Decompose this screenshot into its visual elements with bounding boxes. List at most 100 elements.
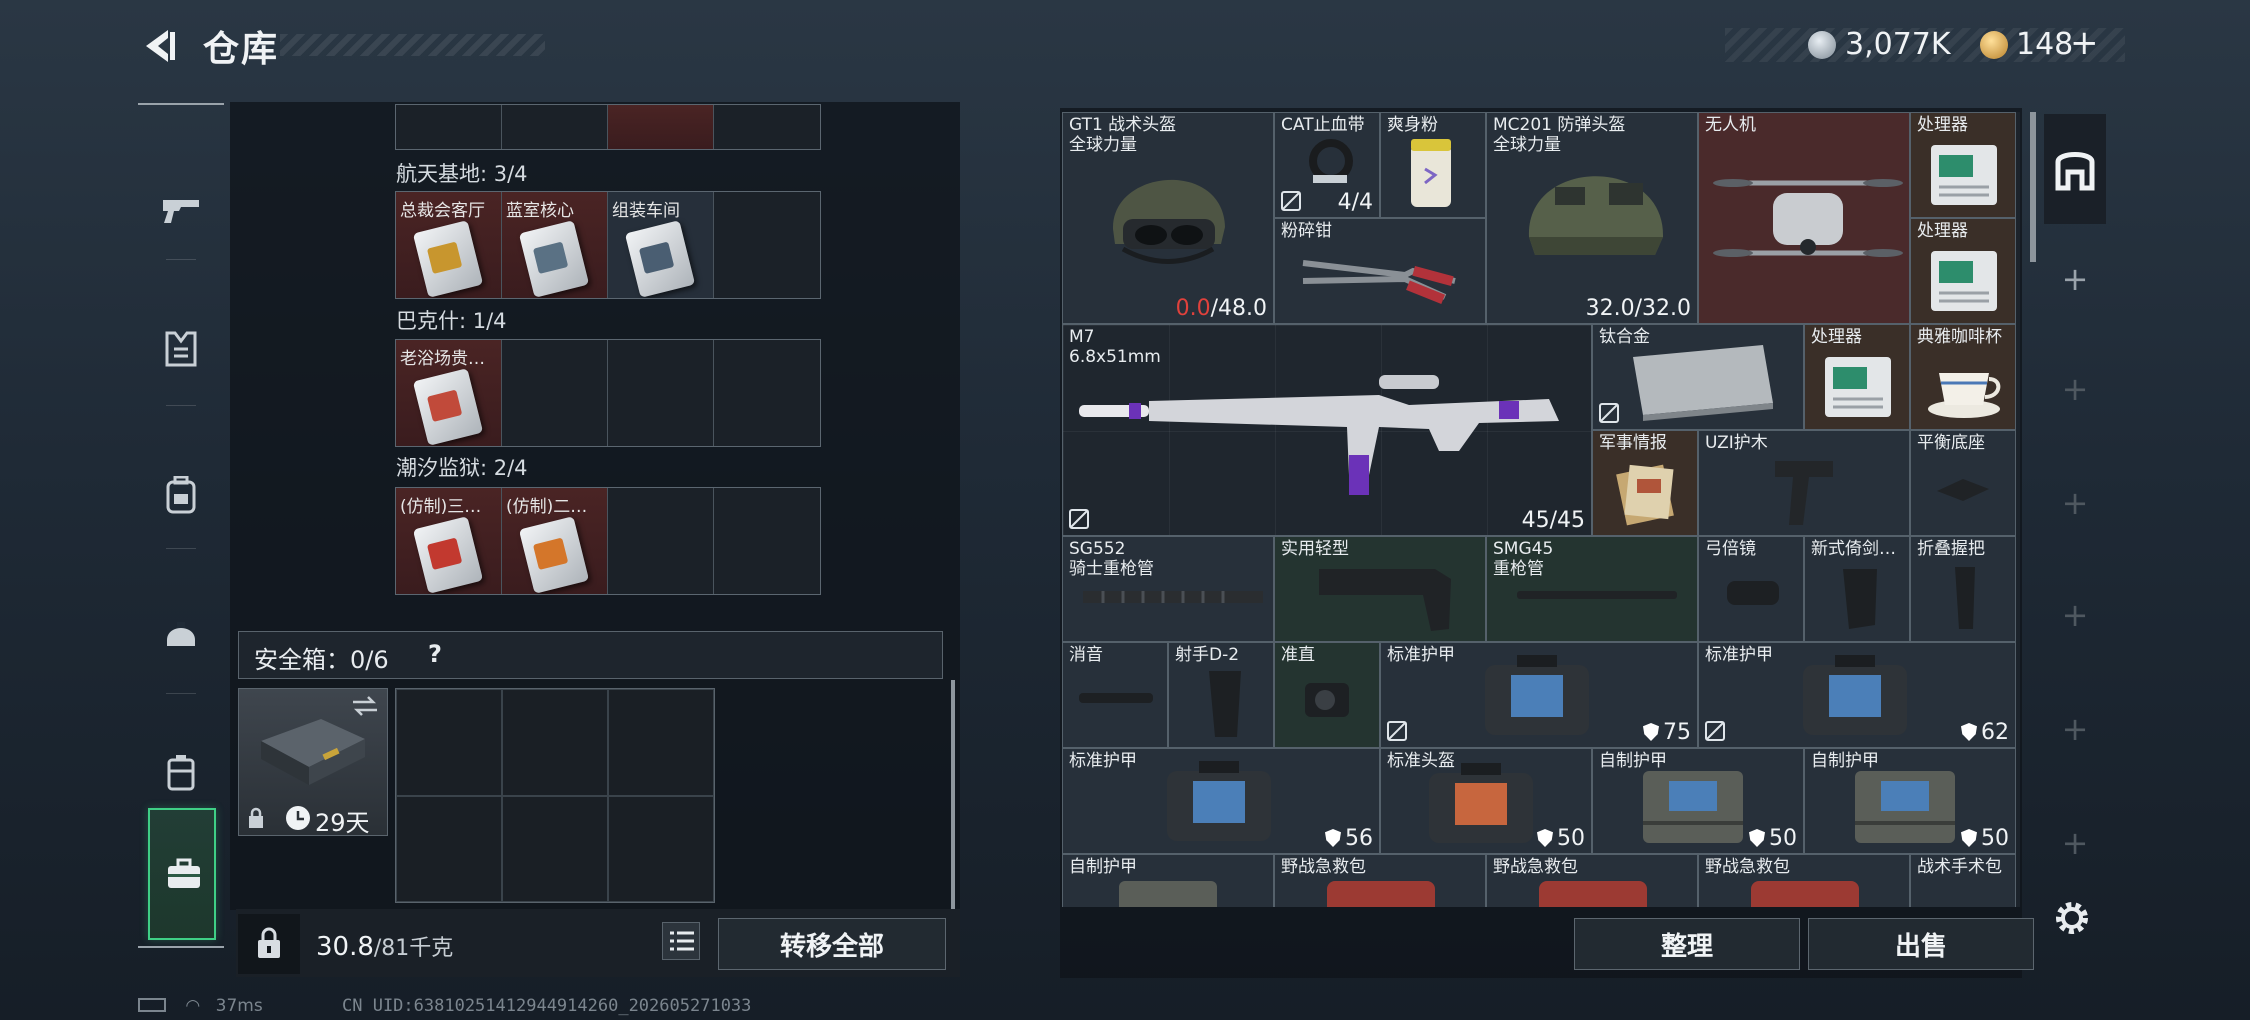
keycard-slot[interactable]: 总裁会客厅 xyxy=(396,192,502,298)
safe-slot[interactable] xyxy=(502,689,608,796)
item-cat-tourniquet[interactable]: CAT止血带 4/4 xyxy=(1274,112,1380,218)
lock-toggle[interactable] xyxy=(238,914,300,974)
armor-value: 75 xyxy=(1643,720,1691,745)
sort-button[interactable]: 整理 xyxy=(1574,918,1800,970)
stash-tab-main[interactable] xyxy=(2044,114,2106,224)
item-drone[interactable]: 无人机 xyxy=(1698,112,1910,324)
item-field-first-aid[interactable]: 野战急救包 xyxy=(1274,854,1486,907)
item-name: 处理器 xyxy=(1917,221,1968,241)
safe-box-help-button[interactable]: ? xyxy=(428,640,442,668)
add-gold-button[interactable]: + xyxy=(2070,23,2099,63)
item-name: 战术手术包 xyxy=(1917,857,2002,877)
shield-icon xyxy=(1325,829,1341,847)
item-homemade-armor[interactable]: 自制护甲 50 xyxy=(1804,748,2016,854)
item-name: M7 xyxy=(1069,327,1095,347)
slot-row-partial xyxy=(395,104,821,150)
add-stash-tab-button[interactable]: + xyxy=(2044,674,2106,784)
transfer-all-button[interactable]: 转移全部 xyxy=(718,918,946,970)
keycard-slot[interactable]: 老浴场贵… xyxy=(396,340,502,446)
no-drop-icon xyxy=(1281,191,1301,211)
safe-slot[interactable] xyxy=(608,795,714,902)
item-body-powder[interactable]: 爽身粉 xyxy=(1380,112,1486,218)
item-homemade-armor[interactable]: 自制护甲 50 xyxy=(1592,748,1804,854)
processor-icon xyxy=(1931,251,1997,311)
teacup-icon xyxy=(1928,373,2001,418)
item-standard-helmet[interactable]: 标准头盔 50 xyxy=(1380,748,1592,854)
empty-slot[interactable] xyxy=(608,340,714,446)
item-standard-armor[interactable]: 标准护甲 56 xyxy=(1062,748,1380,854)
add-stash-tab-button[interactable]: + xyxy=(2044,448,2106,558)
add-stash-tab-button[interactable]: + xyxy=(2044,334,2106,444)
empty-slot[interactable] xyxy=(608,488,714,594)
safe-case-slot[interactable]: 29天 xyxy=(238,688,388,837)
item-surgery-kit[interactable]: 战术手术包 xyxy=(1910,854,2016,907)
keycard-slot[interactable]: (仿制)三… xyxy=(396,488,502,594)
item-standard-armor[interactable]: 标准护甲 62 xyxy=(1698,642,2016,748)
right-scrollbar[interactable] xyxy=(2030,112,2036,262)
back-arrow-icon[interactable] xyxy=(138,24,182,68)
item-processor[interactable]: 处理器 xyxy=(1910,112,2016,218)
powder-can-icon xyxy=(1411,139,1451,207)
keycard-slot[interactable]: 蓝室核心 xyxy=(502,192,608,298)
item-titanium[interactable]: 钛合金 xyxy=(1592,324,1804,430)
item-m7-rifle[interactable]: M7 6.8x51mm 45/45 xyxy=(1062,324,1592,536)
nav-weapon[interactable] xyxy=(138,139,224,279)
item-military-intel[interactable]: 军事情报 xyxy=(1592,430,1698,536)
keycard-slot[interactable]: (仿制)二… xyxy=(502,488,608,594)
add-stash-tab-button[interactable]: + xyxy=(2044,224,2106,334)
item-collimator[interactable]: 准直 xyxy=(1274,642,1380,748)
empty-slot[interactable] xyxy=(714,192,820,298)
item-shooter-d2[interactable]: 射手D-2 xyxy=(1168,642,1274,748)
item-processor[interactable]: 处理器 xyxy=(1804,324,1910,430)
left-scrollbar[interactable] xyxy=(951,680,955,910)
item-new-grip[interactable]: 新式倚剑… xyxy=(1804,536,1910,642)
item-balance-mount[interactable]: 平衡底座 xyxy=(1910,430,2016,536)
add-stash-tab-button[interactable]: + xyxy=(2044,788,2106,898)
list-view-button[interactable] xyxy=(662,922,700,960)
nav-safe-box[interactable] xyxy=(148,808,216,940)
item-name: 折叠握把 xyxy=(1917,539,1985,559)
item-gt1-helmet[interactable]: GT1 战术头盔 全球力量 0.0/48.0 xyxy=(1062,112,1274,324)
item-coffee-cup[interactable]: 典雅咖啡杯 xyxy=(1910,324,2016,430)
item-homemade-armor[interactable]: 自制护甲 xyxy=(1062,854,1274,907)
tourniquet-icon xyxy=(1309,139,1353,183)
safe-slot[interactable] xyxy=(608,689,714,796)
armor-bag-icon xyxy=(1803,655,1907,735)
nav-backpack[interactable] xyxy=(138,425,224,565)
item-smg45-barrel[interactable]: SMG45 重枪管 xyxy=(1486,536,1698,642)
safe-slot[interactable] xyxy=(396,795,502,902)
item-utility-stock[interactable]: 实用轻型 xyxy=(1274,536,1486,642)
nav-armor[interactable] xyxy=(138,279,224,419)
stock-icon xyxy=(1319,569,1451,631)
item-processor[interactable]: 处理器 xyxy=(1910,218,2016,324)
settings-gear-icon[interactable] xyxy=(2052,898,2092,938)
item-mc201-helmet[interactable]: MC201 防弹头盔 全球力量 32.0/32.0 xyxy=(1486,112,1698,324)
scope-icon xyxy=(1727,581,1779,605)
item-standard-armor[interactable]: 标准护甲 75 xyxy=(1380,642,1698,748)
item-field-first-aid[interactable]: 野战急救包 xyxy=(1486,854,1698,907)
item-name: 射手D-2 xyxy=(1175,645,1240,665)
empty-slot[interactable] xyxy=(502,340,608,446)
item-uzi-handguard[interactable]: UZI护木 xyxy=(1698,430,1910,536)
empty-slot[interactable] xyxy=(714,488,820,594)
item-silencer[interactable]: 消音 xyxy=(1062,642,1168,748)
keycard-slot[interactable]: 组装车间 xyxy=(608,192,714,298)
empty-slot[interactable] xyxy=(714,340,820,446)
item-sg552-barrel[interactable]: SG552 骑士重枪管 xyxy=(1062,536,1274,642)
item-field-first-aid[interactable]: 野战急救包 xyxy=(1698,854,1910,907)
item-folding-grip[interactable]: 折叠握把 xyxy=(1910,536,2016,642)
add-stash-tab-button[interactable]: + xyxy=(2044,560,2106,670)
helmet-icon xyxy=(1112,179,1225,264)
safe-slot[interactable] xyxy=(396,689,502,796)
keycard-icon xyxy=(624,220,696,298)
sell-button[interactable]: 出售 xyxy=(1808,918,2034,970)
nav-helmet[interactable] xyxy=(138,563,224,703)
keycard-icon xyxy=(518,516,590,594)
red-dot-sight-icon xyxy=(1305,683,1349,717)
safe-slot[interactable] xyxy=(502,795,608,902)
item-bow-scope[interactable]: 弓倍镜 xyxy=(1698,536,1804,642)
silencer-icon xyxy=(1079,693,1153,703)
item-name: 处理器 xyxy=(1811,327,1862,347)
item-crusher-pliers[interactable]: 粉碎钳 xyxy=(1274,218,1486,324)
swap-icon[interactable] xyxy=(351,695,379,717)
